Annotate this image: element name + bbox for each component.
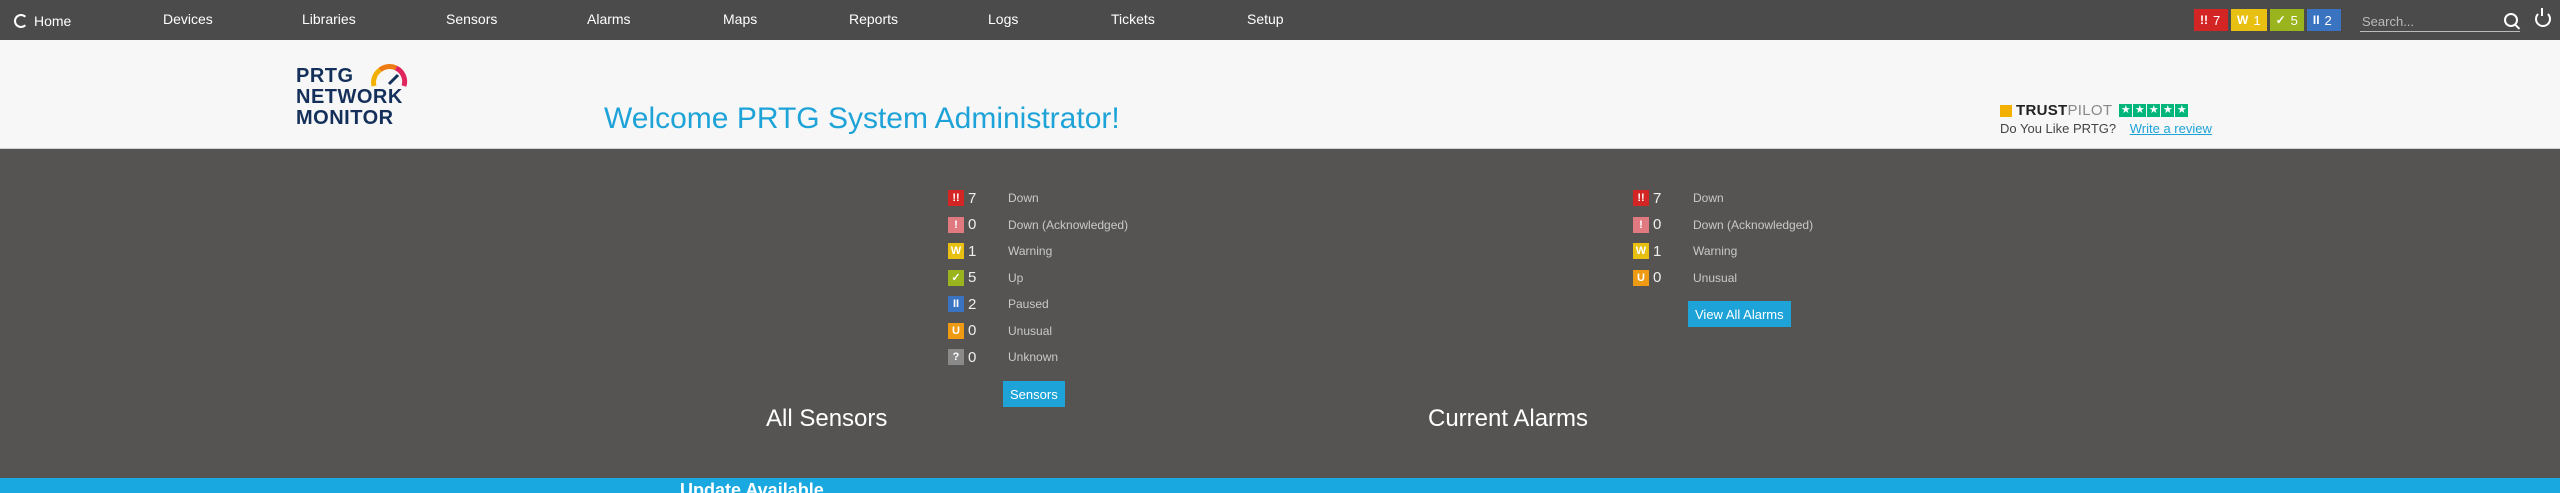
status-row[interactable]: ✓ 5 Up bbox=[948, 268, 1248, 288]
nav-devices[interactable]: Devices bbox=[163, 11, 213, 27]
status-badge[interactable]: II 2 bbox=[2306, 9, 2341, 31]
status-count: 0 bbox=[968, 322, 977, 339]
down-acknowledged-icon: ! bbox=[948, 216, 964, 233]
down-icon: !! bbox=[948, 190, 964, 206]
warning-icon: W bbox=[948, 243, 964, 259]
nav-reports[interactable]: Reports bbox=[849, 11, 898, 27]
status-row[interactable]: U 0 Unusual bbox=[948, 321, 1248, 341]
status-badge[interactable]: !! 7 bbox=[2194, 9, 2228, 31]
status-row[interactable]: W 1 Warning bbox=[1633, 241, 1933, 261]
nav-maps[interactable]: Maps bbox=[723, 11, 757, 27]
nav-tickets[interactable]: Tickets bbox=[1111, 11, 1155, 27]
update-banner-text: Update Available bbox=[680, 480, 824, 493]
logout-power-icon[interactable] bbox=[2535, 8, 2551, 27]
status-label: Warning bbox=[1693, 244, 1738, 258]
badge-count: 5 bbox=[2290, 12, 2298, 28]
welcome-header: PRTG NETWORK MONITOR Welcome PRTG System… bbox=[0, 40, 2560, 149]
nav-alarms[interactable]: Alarms bbox=[587, 11, 631, 27]
status-row[interactable]: ? 0 Unknown bbox=[948, 347, 1248, 367]
status-badge[interactable]: ✓ 5 bbox=[2269, 9, 2304, 31]
search-box bbox=[2360, 11, 2520, 32]
welcome-title: Welcome PRTG System Administrator! bbox=[604, 102, 1120, 135]
status-count: 2 bbox=[968, 295, 977, 313]
nav-libraries[interactable]: Libraries bbox=[302, 11, 356, 27]
logo-line-3: MONITOR bbox=[296, 107, 394, 129]
trustpilot-stars: ★ ★ ★ ★ ★ bbox=[2119, 104, 2189, 117]
gauge-icon bbox=[371, 64, 408, 87]
trustpilot-brand: TRUSTPILOT bbox=[2016, 102, 2113, 119]
status-count: 0 bbox=[968, 348, 977, 366]
unusual-icon: U bbox=[1633, 269, 1649, 286]
sensors-button[interactable]: Sensors bbox=[1003, 381, 1065, 407]
prtg-logo: PRTG NETWORK MONITOR bbox=[296, 58, 436, 138]
current-alarms-title: Current Alarms bbox=[1428, 405, 1589, 432]
warning-icon: W bbox=[1633, 243, 1649, 259]
home-icon bbox=[14, 14, 28, 28]
nav-setup[interactable]: Setup bbox=[1247, 11, 1284, 27]
status-label: Up bbox=[1008, 270, 1024, 285]
warning-icon: W bbox=[2237, 13, 2249, 27]
write-review-link[interactable]: Write a review bbox=[2130, 121, 2212, 136]
status-label: Down (Acknowledged) bbox=[1693, 217, 1814, 232]
status-row[interactable]: ! 0 Down (Acknowledged) bbox=[948, 215, 1248, 235]
status-row[interactable]: !! 7 Down bbox=[1633, 188, 1933, 208]
star-icon: ★ bbox=[2175, 104, 2189, 117]
status-label: Down bbox=[1008, 191, 1039, 205]
search-icon[interactable] bbox=[2504, 13, 2518, 27]
search-input[interactable] bbox=[2360, 11, 2504, 31]
paused-icon: II bbox=[2312, 13, 2320, 27]
star-icon: ★ bbox=[2133, 104, 2147, 117]
status-count: 0 bbox=[968, 216, 977, 233]
status-label: Warning bbox=[1008, 244, 1053, 258]
nav-home-label: Home bbox=[34, 13, 72, 29]
nav-home[interactable]: Home bbox=[14, 12, 71, 30]
up-icon: ✓ bbox=[2275, 13, 2286, 27]
status-badges: !! 7 W 1 ✓ 5 II 2 bbox=[2194, 9, 2341, 31]
trustpilot-check-icon bbox=[2000, 104, 2012, 117]
down-icon: !! bbox=[1633, 190, 1649, 206]
status-count: 7 bbox=[1653, 189, 1662, 207]
all-sensors-title: All Sensors bbox=[766, 405, 888, 432]
status-count: 7 bbox=[968, 189, 977, 207]
status-row[interactable]: U 0 Unusual bbox=[1633, 268, 1933, 288]
status-label: Down bbox=[1693, 191, 1724, 205]
down-icon: !! bbox=[2200, 13, 2208, 27]
paused-icon: II bbox=[948, 296, 964, 312]
nav-sensors[interactable]: Sensors bbox=[446, 11, 497, 27]
star-icon: ★ bbox=[2119, 104, 2133, 117]
status-label: Unknown bbox=[1008, 350, 1059, 364]
trustpilot-question: Do You Like PRTG? bbox=[2000, 121, 2117, 136]
badge-count: 7 bbox=[2213, 12, 2221, 28]
status-label: Down (Acknowledged) bbox=[1008, 217, 1129, 232]
status-count: 1 bbox=[1653, 242, 1662, 260]
down-acknowledged-icon: ! bbox=[1633, 216, 1649, 233]
up-icon: ✓ bbox=[948, 269, 964, 286]
status-row[interactable]: !! 7 Down bbox=[948, 188, 1248, 208]
update-banner: Update Available bbox=[0, 478, 2560, 493]
status-label: Paused bbox=[1008, 297, 1049, 311]
unknown-icon: ? bbox=[948, 349, 964, 365]
unusual-icon: U bbox=[948, 322, 964, 339]
badge-count: 1 bbox=[2253, 12, 2261, 28]
status-count: 0 bbox=[1653, 269, 1662, 286]
status-row[interactable]: W 1 Warning bbox=[948, 241, 1248, 261]
star-icon: ★ bbox=[2161, 104, 2175, 117]
nav-logs[interactable]: Logs bbox=[988, 11, 1018, 27]
trustpilot-widget: TRUSTPILOT ★ ★ ★ ★ ★ Do You Like PRTG? W… bbox=[2000, 102, 2212, 136]
status-label: Unusual bbox=[1008, 323, 1053, 338]
badge-count: 2 bbox=[2324, 12, 2332, 28]
status-row[interactable]: ! 0 Down (Acknowledged) bbox=[1633, 215, 1933, 235]
status-count: 1 bbox=[968, 242, 977, 260]
status-label: Unusual bbox=[1693, 270, 1738, 285]
star-icon: ★ bbox=[2147, 104, 2161, 117]
status-count: 5 bbox=[968, 269, 977, 286]
status-badge[interactable]: W1 bbox=[2231, 9, 2267, 31]
status-row[interactable]: II 2 Paused bbox=[948, 294, 1248, 314]
top-navigation: Home Devices Libraries Sensors Alarms Ma… bbox=[0, 0, 2560, 41]
view-all-alarms-button[interactable]: View All Alarms bbox=[1688, 301, 1791, 327]
status-count: 0 bbox=[1653, 216, 1662, 233]
